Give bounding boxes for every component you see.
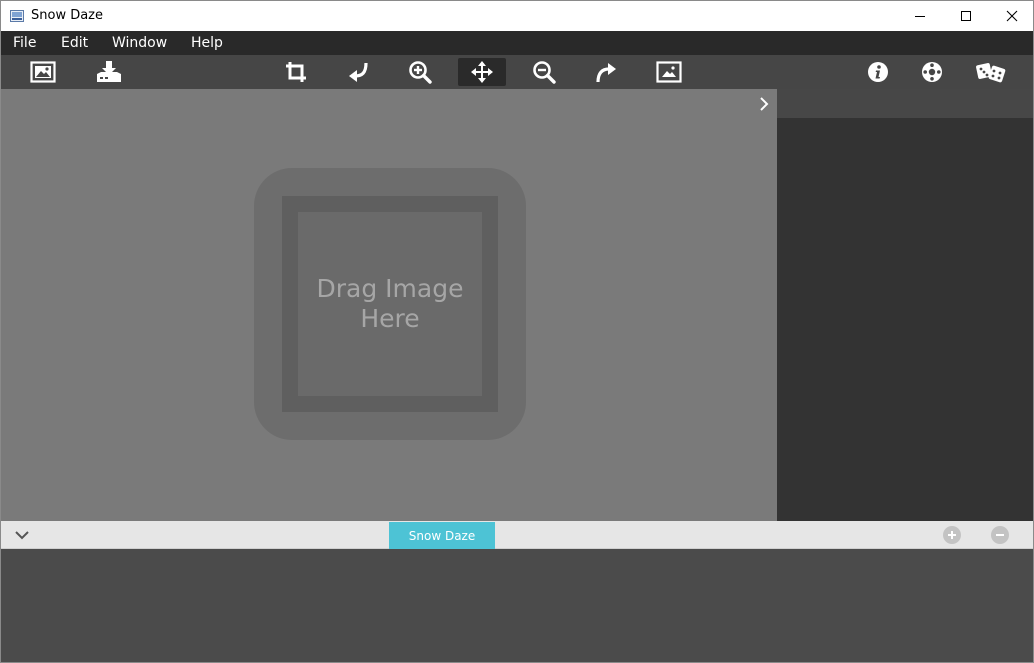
bottom-panel (1, 549, 1033, 662)
add-tab-button[interactable] (943, 526, 961, 544)
expand-panel-button[interactable] (754, 93, 774, 115)
zoom-in-icon (409, 61, 432, 84)
randomize-button[interactable] (967, 58, 1015, 86)
save-button[interactable] (85, 58, 133, 86)
settings-button[interactable] (908, 58, 956, 86)
close-button[interactable] (989, 1, 1033, 31)
drop-zone-inner: Drag Image Here (298, 212, 482, 396)
chevron-right-icon (760, 97, 769, 111)
minus-icon (996, 534, 1004, 536)
menu-file[interactable]: File (13, 35, 36, 51)
title-bar: Snow Daze (1, 1, 1033, 31)
window-title: Snow Daze (31, 8, 104, 23)
redo-icon (596, 63, 616, 83)
remove-tab-button[interactable] (991, 526, 1009, 544)
zoom-out-button[interactable] (520, 58, 568, 86)
collapse-button[interactable] (11, 525, 33, 545)
image-drop-zone[interactable]: Drag Image Here (254, 168, 526, 440)
side-panel-header (777, 89, 1033, 118)
minimize-icon (915, 16, 925, 17)
app-logo-icon (10, 10, 24, 22)
info-icon (868, 62, 888, 82)
fit-image-icon (656, 61, 682, 83)
toolbar (1, 55, 1033, 89)
menu-bar: File Edit Window Help (1, 31, 1033, 55)
tabs-bar: Snow Daze (1, 521, 1033, 549)
settings-icon (922, 62, 942, 82)
move-tool-button[interactable] (458, 58, 506, 86)
crop-button[interactable] (272, 58, 320, 86)
undo-button[interactable] (334, 58, 382, 86)
move-icon (471, 61, 493, 83)
open-image-icon (30, 61, 56, 83)
side-panel (777, 89, 1033, 521)
image-canvas[interactable]: Drag Image Here (1, 89, 777, 521)
menu-help[interactable]: Help (191, 35, 223, 51)
menu-window[interactable]: Window (112, 35, 167, 51)
crop-icon (286, 62, 306, 82)
fit-image-button[interactable] (645, 58, 693, 86)
maximize-button[interactable] (943, 1, 989, 31)
zoom-out-icon (533, 61, 556, 84)
zoom-in-button[interactable] (396, 58, 444, 86)
menu-edit[interactable]: Edit (61, 35, 88, 51)
close-icon (1006, 10, 1018, 22)
random-dice-icon (976, 63, 1006, 83)
plus-icon (948, 531, 956, 539)
maximize-icon (961, 11, 971, 21)
drop-zone-frame: Drag Image Here (282, 196, 498, 412)
drop-zone-text: Drag Image Here (316, 274, 464, 333)
undo-icon (349, 62, 368, 82)
info-button[interactable] (854, 58, 902, 86)
app-window: Snow Daze File Edit Window Help Drag Ima… (0, 0, 1034, 663)
open-image-button[interactable] (19, 58, 67, 86)
chevron-down-icon (15, 531, 29, 540)
minimize-button[interactable] (897, 1, 943, 31)
tab-snow-daze[interactable]: Snow Daze (389, 522, 495, 549)
redo-button[interactable] (582, 58, 630, 86)
save-download-icon (97, 61, 121, 82)
